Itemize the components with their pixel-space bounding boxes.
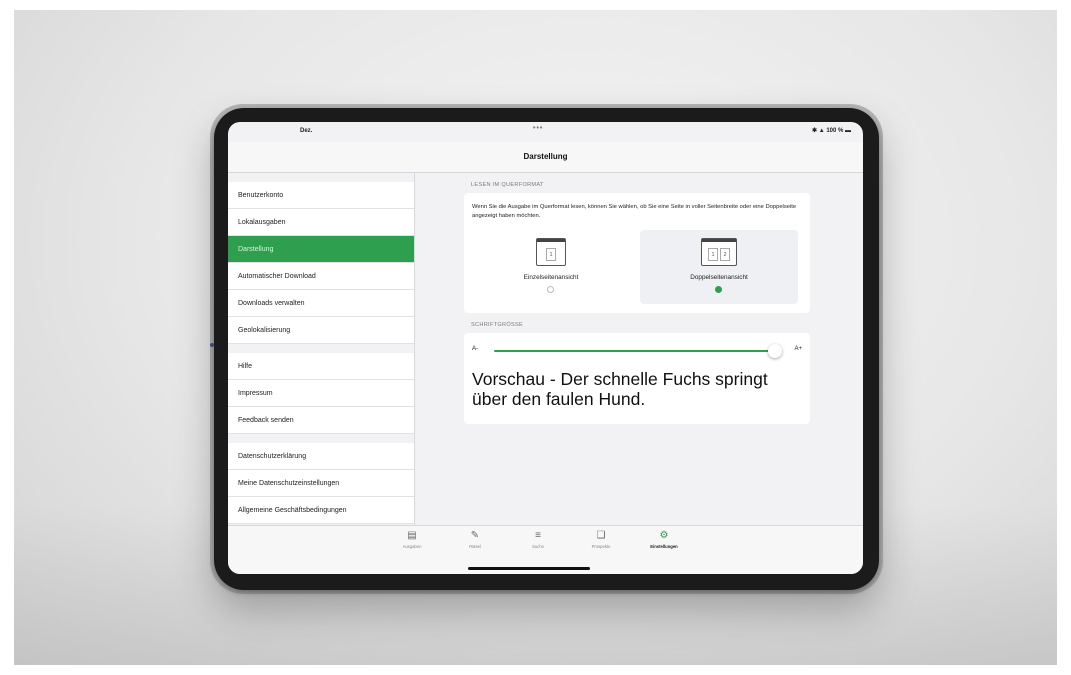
home-indicator[interactable]: [468, 567, 590, 570]
tab-bar: ▤ Ausgaben ✎ Rätsel ≡ Suche ❏ Prospekte …: [228, 525, 863, 574]
single-page-option[interactable]: 1 Einzelseitenansicht: [472, 230, 630, 304]
sidebar-item-hilfe[interactable]: Hilfe: [228, 353, 414, 380]
font-preview-text: Vorschau - Der schnelle Fuchs springt üb…: [472, 369, 768, 409]
font-size-max-label: A+: [794, 346, 802, 352]
double-page-option[interactable]: 1 2 Doppelseitenansicht: [640, 230, 798, 304]
sidebar-item-benutzerkonto[interactable]: Benutzerkonto: [228, 182, 414, 209]
landscape-description: Wenn Sie die Ausgabe im Querformat lesen…: [472, 204, 797, 219]
section-header-landscape: LESEN IM QUERFORMAT: [471, 182, 544, 188]
status-date: Dez.: [300, 128, 313, 134]
tab-suche[interactable]: ≡ Suche: [516, 530, 560, 549]
sidebar-item-automatischer-download[interactable]: Automatischer Download: [228, 263, 414, 290]
font-size-slider[interactable]: A- A+: [472, 343, 802, 358]
navigation-bar: Darstellung: [228, 142, 863, 173]
tab-raetsel[interactable]: ✎ Rätsel: [453, 530, 497, 549]
landscape-card: Wenn Sie die Ausgabe im Querformat lesen…: [464, 193, 810, 313]
sidebar-item-geolokalisierung[interactable]: Geolokalisierung: [228, 317, 414, 344]
gear-icon: ⚙: [659, 530, 669, 541]
camera-dot: [210, 343, 214, 347]
sidebar-item-downloads-verwalten[interactable]: Downloads verwalten: [228, 290, 414, 317]
newspaper-icon: ▤: [407, 530, 417, 541]
single-page-radio[interactable]: [547, 286, 554, 293]
double-page-label: Doppelseitenansicht: [690, 274, 748, 281]
sidebar-item-impressum[interactable]: Impressum: [228, 380, 414, 407]
section-header-font-size: SCHRIFTGRÖSSE: [471, 322, 524, 328]
photo-background: Dez. ••• ✱ ▲ 100 % ▬ Darstellung Benutze…: [14, 10, 1057, 665]
settings-sidebar: Benutzerkonto Lokalausgaben Darstellung …: [228, 173, 415, 525]
tab-ausgaben[interactable]: ▤ Ausgaben: [390, 530, 434, 549]
double-page-icon: 1 2: [701, 238, 737, 266]
font-size-min-label: A-: [472, 346, 478, 352]
slider-thumb[interactable]: [768, 344, 782, 358]
search-list-icon: ≡: [535, 530, 541, 541]
double-page-radio[interactable]: [715, 286, 722, 293]
single-page-label: Einzelseitenansicht: [523, 274, 579, 281]
page-title: Darstellung: [523, 152, 568, 161]
tab-prospekte[interactable]: ❏ Prospekte: [579, 530, 623, 549]
slider-track[interactable]: [494, 350, 774, 352]
sidebar-item-lokalausgaben[interactable]: Lokalausgaben: [228, 209, 414, 236]
sidebar-item-datenschutzerklaerung[interactable]: Datenschutzerklärung: [228, 443, 414, 470]
status-indicators: ✱ ▲ 100 % ▬: [812, 128, 851, 134]
sidebar-item-feedback[interactable]: Feedback senden: [228, 407, 414, 434]
brochure-icon: ❏: [596, 530, 606, 541]
sidebar-item-agb[interactable]: Allgemeine Geschäftsbedingungen: [228, 497, 414, 524]
status-bar: Dez. ••• ✱ ▲ 100 % ▬: [228, 122, 863, 142]
multitasking-dots[interactable]: •••: [533, 125, 543, 132]
font-size-card: A- A+ Vorschau - Der schnelle Fuchs spri…: [464, 333, 810, 424]
sidebar-item-datenschutzeinstellungen[interactable]: Meine Datenschutzeinstellungen: [228, 470, 414, 497]
single-page-icon: 1: [536, 238, 566, 266]
sidebar-item-darstellung[interactable]: Darstellung: [228, 236, 414, 263]
app-screen: Dez. ••• ✱ ▲ 100 % ▬ Darstellung Benutze…: [228, 122, 863, 574]
tablet-device: Dez. ••• ✱ ▲ 100 % ▬ Darstellung Benutze…: [210, 108, 879, 590]
settings-content: LESEN IM QUERFORMAT Wenn Sie die Ausgabe…: [415, 173, 863, 525]
puzzle-edit-icon: ✎: [470, 530, 480, 541]
tab-einstellungen[interactable]: ⚙ Einstellungen: [642, 530, 686, 549]
